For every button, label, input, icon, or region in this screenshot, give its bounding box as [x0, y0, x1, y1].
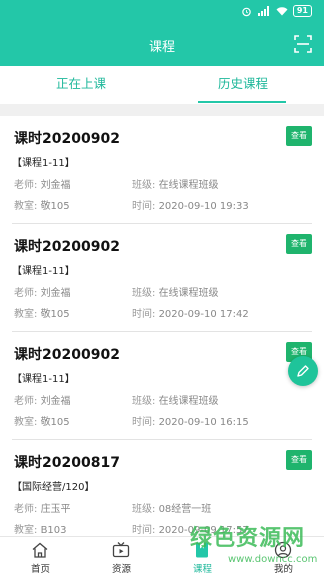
- class-line: 班级: 在线课程班级: [132, 396, 219, 407]
- tab-history-courses[interactable]: 历史课程: [178, 66, 308, 104]
- watermark-logo: 绿色资源网 www.downcc.com: [190, 520, 324, 576]
- page-title: 课程: [148, 40, 175, 55]
- lesson-title: 课时20200902: [14, 239, 120, 255]
- battery-indicator: 91: [292, 5, 312, 17]
- room-line: 教室: 敬105: [14, 417, 70, 428]
- time-value: 2020-09-10 17:42: [158, 309, 249, 320]
- time-line: 时间: 2020-09-10 17:42: [132, 309, 249, 320]
- course-name: 【课程1-11】: [12, 374, 75, 385]
- room-name: B103: [40, 525, 67, 536]
- class-line: 班级: 在线课程班级: [132, 180, 219, 191]
- active-tab-indicator: [198, 101, 286, 103]
- teacher-line: 老师: 刘金福: [14, 396, 71, 407]
- teacher-name: 刘金福: [40, 396, 71, 407]
- watermark-url: www.downcc.com: [228, 554, 318, 565]
- pencil-icon: [297, 365, 309, 377]
- wifi-icon: [276, 7, 288, 16]
- teacher-name: 刘金福: [40, 288, 71, 299]
- room-line: 教室: 敬105: [14, 201, 70, 212]
- alarm-icon: [242, 7, 251, 16]
- room-name: 敬105: [40, 309, 70, 320]
- teacher-name: 刘金福: [40, 180, 71, 191]
- course-name: 【国际经营/120】: [12, 482, 95, 493]
- class-name: 在线课程班级: [158, 180, 219, 191]
- teacher-line: 老师: 庄玉平: [14, 504, 71, 515]
- room-line: 教室: B103: [14, 525, 67, 536]
- class-name: 08经营一班: [158, 504, 212, 515]
- course-name: 【课程1-11】: [12, 158, 75, 169]
- status-icons: 91: [241, 5, 312, 17]
- app-bar: 课程: [0, 24, 324, 66]
- course-name: 【课程1-11】: [12, 266, 75, 277]
- lesson-title: 课时20200902: [14, 347, 120, 363]
- class-name: 在线课程班级: [158, 288, 219, 299]
- nav-item-resources[interactable]: 资源: [81, 537, 162, 576]
- time-line: 时间: 2020-09-10 16:15: [132, 417, 249, 428]
- status-bar: 91: [0, 0, 324, 24]
- signal-hd-icon: [257, 6, 269, 16]
- teacher-line: 老师: 刘金福: [14, 180, 71, 191]
- course-list: 课时20200902 查看 【课程1-11】 老师: 刘金福 班级: 在线课程班…: [0, 116, 324, 536]
- list-item[interactable]: 课时20200902 查看 【课程1-11】 老师: 刘金福 班级: 在线课程班…: [0, 116, 324, 224]
- time-value: 2020-09-10 19:33: [158, 201, 249, 212]
- teacher-name: 庄玉平: [40, 504, 71, 515]
- view-button[interactable]: 查看: [286, 126, 312, 146]
- room-name: 敬105: [40, 201, 70, 212]
- view-button[interactable]: 查看: [286, 234, 312, 254]
- home-icon: [32, 542, 48, 558]
- room-line: 教室: 敬105: [14, 309, 70, 320]
- course-tabs: 正在上课 历史课程: [0, 66, 324, 104]
- time-line: 时间: 2020-09-10 19:33: [132, 201, 249, 212]
- class-line: 班级: 在线课程班级: [132, 288, 219, 299]
- class-name: 在线课程班级: [158, 396, 219, 407]
- list-item[interactable]: 课时20200902 查看 【课程1-11】 老师: 刘金福 班级: 在线课程班…: [0, 332, 324, 440]
- nav-item-home[interactable]: 首页: [0, 537, 81, 576]
- tab-current-class[interactable]: 正在上课: [16, 66, 146, 104]
- edit-fab-button[interactable]: [288, 356, 318, 386]
- lesson-title: 课时20200902: [14, 131, 120, 147]
- section-divider: [0, 104, 324, 116]
- view-button[interactable]: 查看: [286, 450, 312, 470]
- class-line: 班级: 08经营一班: [132, 504, 212, 515]
- watermark-text: 绿色资源网: [190, 526, 306, 551]
- tv-icon: [112, 542, 130, 558]
- scan-icon[interactable]: [294, 35, 312, 53]
- room-name: 敬105: [40, 417, 70, 428]
- list-item[interactable]: 课时20200902 查看 【课程1-11】 老师: 刘金福 班级: 在线课程班…: [0, 224, 324, 332]
- lesson-title: 课时20200817: [14, 455, 120, 471]
- teacher-line: 老师: 刘金福: [14, 288, 71, 299]
- time-value: 2020-09-10 16:15: [158, 417, 249, 428]
